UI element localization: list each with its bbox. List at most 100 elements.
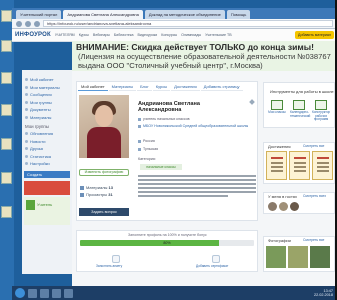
change-photo-button[interactable]: Изменить фотографию [79,169,129,176]
browser-tab[interactable]: Доклад на методическое объединение [144,10,225,19]
category-badge[interactable]: начальные классы [140,164,182,170]
sidebar-item-label: Мои группы [30,99,52,105]
guests-see-all[interactable]: Смотреть всех [303,194,326,198]
tab-add-page[interactable]: Добавить страницу [200,82,243,91]
menu-item[interactable]: Библиотека [114,33,134,37]
certificate-thumb[interactable] [312,151,333,180]
reload-icon[interactable] [34,20,40,27]
sidebar-item[interactable]: Материалы [22,114,72,122]
desktop-icon[interactable] [1,138,12,150]
sidebar-item[interactable]: Мои группы [22,99,72,107]
url-field[interactable]: https://infourok.ru/user/andrianova-svet… [43,20,333,27]
sidebar-item[interactable]: Мой кабинет [22,76,72,84]
materials-icon [80,185,84,190]
menu-item[interactable]: Олимпиады [181,33,201,37]
category-heading: Категория: [138,157,156,161]
profile-form-icon[interactable] [112,255,120,263]
desktop-icon[interactable] [1,72,12,84]
photo-thumb[interactable] [266,246,286,268]
photos-see-all[interactable]: Смотреть все [303,238,324,242]
bio-text-line [138,187,256,189]
taskbar: 13:47 22.02.2018 [12,286,337,300]
certificate-thumb[interactable] [289,151,310,180]
desktop-icon[interactable] [1,10,12,22]
sidebar-item[interactable]: Документы [22,106,72,114]
profile-form-caption[interactable]: Заполнить анкету [96,264,122,268]
sidebar-item[interactable]: Статистика [22,153,72,161]
back-icon[interactable] [16,20,22,27]
profile-name: Андрианова Светлана Александровна [138,101,201,114]
tab-my-cabinet[interactable]: Мой кабинет [78,82,108,91]
certificate-add-caption[interactable]: Добавить сертификат [196,264,228,268]
sidebar-item[interactable]: Сообщения [22,91,72,99]
certificate-thumb[interactable] [266,151,287,180]
certificate-add-icon[interactable] [212,255,220,263]
desktop-icon[interactable] [1,172,12,184]
sidebar-item-label: Сообщения [30,92,52,98]
tool-my-classes[interactable]: Мои классы [268,100,286,115]
school-link[interactable]: МБОУ Новоникольской Средней общеобразова… [143,124,248,128]
left-sidebar: Мой кабинет Мои материалы Сообщения Мои … [22,70,72,274]
profile-photo[interactable] [79,95,129,158]
taskbar-clock[interactable]: 13:47 22.02.2018 [314,289,333,298]
taskbar-app-icon[interactable] [52,288,61,298]
achievements-see-all[interactable]: Смотреть все [303,144,324,148]
taskbar-app-icon[interactable] [28,288,37,298]
taskbar-app-icon[interactable] [64,288,73,298]
materials-count: 13 [108,185,113,190]
tab-courses[interactable]: Курсы [152,82,171,91]
bullet-icon [25,132,28,136]
forward-icon[interactable] [25,20,31,27]
menu-item[interactable]: Вебинары [93,33,110,37]
tab-materials[interactable]: Материалы [108,82,137,91]
banner-title: ВНИМАНИЕ: Скидка действует ТОЛЬКО до кон… [76,42,314,52]
desktop-icon[interactable] [1,206,12,218]
browser-tab-active[interactable]: Андрианова Светлана Александровна [63,10,143,19]
menu-item[interactable]: Курсы [79,33,89,37]
tool-calendar[interactable]: Календарно-тематический [290,100,310,118]
bullet-icon [25,115,28,119]
add-material-button[interactable]: Добавить материал [295,31,334,39]
desktop-icon[interactable] [1,104,12,116]
avatar[interactable] [279,202,288,211]
sidebar-item[interactable]: Обновления [22,130,72,138]
sidebar-teacher-label: Учитель [37,201,53,207]
site-logo[interactable]: ИНФОУРОК [15,32,51,38]
tab-blog[interactable]: Блог [137,82,152,91]
ask-question-button[interactable]: Задать вопрос [79,208,129,216]
tool-label: Конструктор рабочих программ [312,110,331,122]
bullet-icon [25,100,28,104]
sidebar-item-label: Документы [30,107,51,113]
views-stat[interactable]: Просмотры 31 [80,191,113,198]
classes-icon [271,100,283,110]
sidebar-create-bar[interactable]: Создать [24,170,70,178]
sidebar-teacher-card[interactable]: Учитель [24,196,70,225]
materials-stat[interactable]: Материалы 13 [80,184,113,191]
photo-thumb[interactable] [310,246,330,268]
avatar[interactable] [290,202,299,211]
start-button-icon[interactable] [15,288,25,298]
menu-item[interactable]: УЧИТЕЛЯМ [55,33,75,37]
menu-item[interactable]: Учительские ТВ [205,33,232,37]
menu-item[interactable]: Конкурсы [161,33,177,37]
menu-item[interactable]: Видеоуроки [137,33,157,37]
browser-tab[interactable]: Помощь [226,10,251,19]
tools-title: Инструменты для работы в школе [270,89,334,94]
views-icon [80,192,84,197]
sidebar-item[interactable]: Новости [22,138,72,146]
tool-program-builder[interactable]: Конструктор рабочих программ [312,100,330,122]
sidebar-item[interactable]: Мои материалы [22,84,72,92]
bullet-icon [25,108,28,112]
sidebar-item[interactable]: Друзья [22,145,72,153]
sidebar-promo-block[interactable] [24,180,70,195]
tab-achievements[interactable]: Достижения [171,82,200,91]
desktop-icon[interactable] [1,40,12,52]
promo-banner[interactable]: ВНИМАНИЕ: Скидка действует ТОЛЬКО до кон… [72,41,337,71]
avatar[interactable] [268,202,277,211]
sidebar-item[interactable]: Настройки [22,160,72,168]
sidebar-item-label: Мой кабинет [30,77,54,83]
photo-thumb[interactable] [288,246,308,268]
browser-tab[interactable]: Учительский портал [16,10,62,19]
taskbar-app-icon[interactable] [40,288,49,298]
photo-face [95,105,113,127]
